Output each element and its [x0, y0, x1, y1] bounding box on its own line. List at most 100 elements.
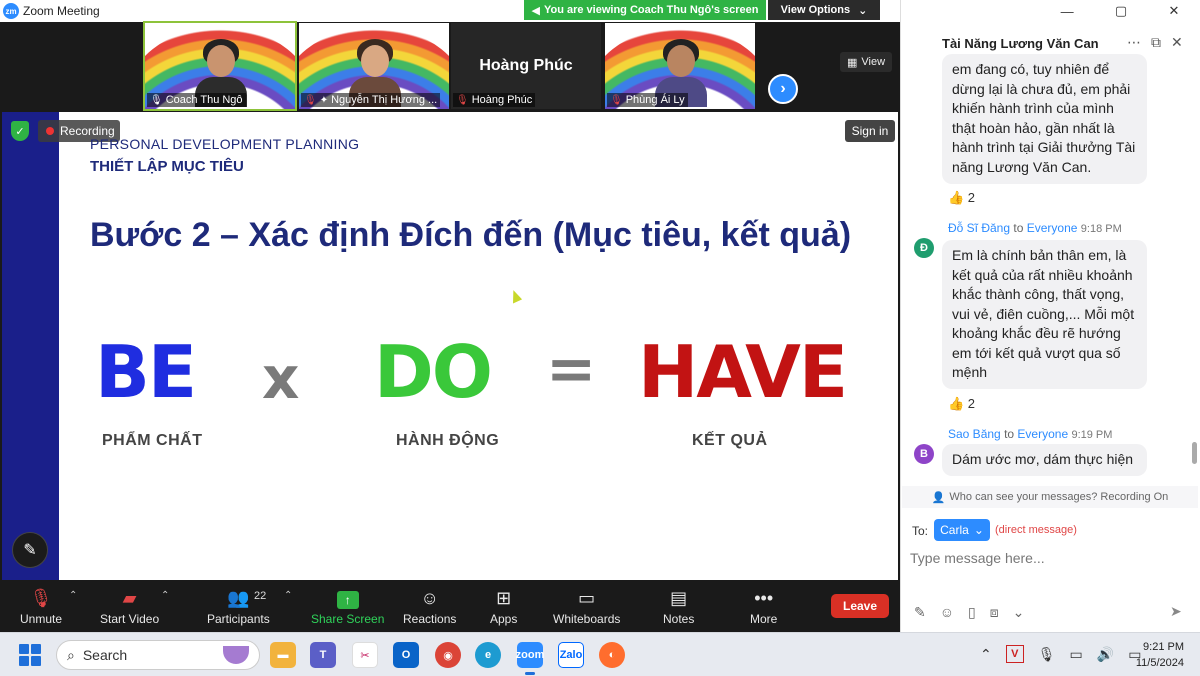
video-tile-coach[interactable]: 🎙 Coach Thu Ngô — [143, 21, 297, 111]
edge-icon[interactable]: e — [475, 642, 501, 668]
video-tile-participant[interactable]: 🎙 Phùng Ái Ly — [605, 23, 755, 109]
viewing-screen-banner: ◀ You are viewing Coach Thu Ngô's screen — [524, 0, 766, 20]
privacy-notice-text: Who can see your messages? Recording On — [949, 491, 1169, 503]
sign-in-button[interactable]: Sign in — [845, 120, 895, 142]
slide-side-bar — [2, 112, 59, 580]
maximize-icon[interactable]: ▢ — [1115, 3, 1127, 19]
chevron-down-icon: ⌄ — [858, 4, 868, 17]
network-icon[interactable]: ▭ — [1070, 646, 1083, 663]
format-icon[interactable]: ✎ — [914, 604, 926, 621]
emoji-icon[interactable]: ☺ — [940, 604, 954, 621]
formula-do: DO — [374, 330, 493, 414]
windows-taskbar: ⌕ Search ▬ T ✂ O ◉ e zoom Zalo ◐ ⌃ V 🎙 ▭… — [0, 632, 1200, 676]
shared-screen: ✓ Recording Sign in PERSONAL DEVELOPMENT… — [2, 112, 898, 580]
security-shield-icon[interactable]: ✓ — [11, 121, 29, 141]
system-tray: ⌃ V 🎙 ▭ 🔊 ▭ — [980, 645, 1141, 663]
meeting-toolbar: 🎙 Unmute ⌃ ▰ Start Video ⌃ 👥 Participant… — [0, 582, 900, 632]
reaction-badge[interactable]: 👍 2 — [948, 396, 975, 412]
sender-name[interactable]: Đỗ Sĩ Đăng — [948, 221, 1010, 235]
close-icon[interactable]: ✕ — [1171, 34, 1183, 51]
view-label: View — [861, 56, 886, 68]
notes-icon: ▤ — [670, 588, 688, 608]
apps-icon: ⊞ — [496, 588, 512, 608]
leave-button[interactable]: Leave — [831, 594, 889, 618]
firefox-icon[interactable]: ◐ — [599, 642, 625, 668]
antivirus-icon[interactable]: V — [1005, 645, 1024, 663]
file-explorer-icon[interactable]: ▬ — [270, 642, 296, 668]
snipping-tool-icon[interactable]: ✂ — [352, 642, 378, 668]
participant-name: Hoàng Phúc — [471, 94, 533, 106]
microphone-muted-icon: 🎙 — [29, 588, 53, 608]
apps-button[interactable]: ⊞ Apps — [490, 586, 517, 630]
teams-icon[interactable]: T — [310, 642, 336, 668]
view-button[interactable]: ▦ View — [840, 52, 892, 72]
participants-options-chevron-icon[interactable]: ⌃ — [284, 590, 292, 601]
participants-count: 22 — [254, 590, 267, 602]
slide-heading: Bước 2 – Xác định Đích đến (Mục tiêu, kế… — [90, 216, 852, 254]
video-strip: 🎙 Coach Thu Ngô 🎙 ✦ Nguyễn Thị Hương ...… — [0, 21, 900, 111]
privacy-notice[interactable]: 👤 Who can see your messages? Recording O… — [902, 486, 1198, 508]
screenshot-icon[interactable]: ⧈ — [990, 604, 999, 621]
chat-message-bubble: em đang có, tuy nhiên để dừng lại là chư… — [942, 54, 1147, 184]
message-sender-line: Sao Băng to Everyone 9:19 PM — [948, 427, 1112, 441]
reactions-button[interactable]: ☺ Reactions — [403, 586, 456, 630]
audio-options-chevron-icon[interactable]: ⌃ — [69, 590, 77, 601]
whiteboards-button[interactable]: ▭ Whiteboards — [553, 586, 620, 630]
recipient-name: Carla — [940, 523, 969, 537]
video-tile-participant[interactable]: Hoàng Phúc 🎙 Hoàng Phúc — [451, 23, 601, 109]
ellipsis-icon[interactable]: ⋯ — [1127, 34, 1141, 51]
taskbar-search[interactable]: ⌕ Search — [56, 640, 260, 670]
video-options-chevron-icon[interactable]: ⌃ — [161, 590, 169, 601]
message-time: 9:18 PM — [1080, 223, 1122, 235]
more-button[interactable]: ••• More — [750, 586, 777, 630]
chat-message-bubble: Em là chính bản thân em, là kết quả của … — [942, 240, 1147, 389]
ellipsis-icon: ••• — [754, 588, 774, 608]
audience-name: Everyone — [1026, 221, 1078, 235]
outlook-icon[interactable]: O — [393, 642, 419, 668]
audience-name: Everyone — [1017, 427, 1069, 441]
avatar: Đ — [914, 238, 934, 258]
annotate-pencil-button[interactable]: ✎ — [12, 532, 48, 568]
system-clock[interactable]: 9:21 PM 11/5/2024 — [1126, 639, 1184, 671]
slide-subtitle: THIẾT LẬP MỤC TIÊU — [90, 158, 244, 175]
chevron-down-icon[interactable]: ⌄ — [1013, 604, 1025, 621]
share-screen-button[interactable]: ↑ Share Screen — [311, 586, 384, 630]
participants-icon: 👥 — [227, 588, 250, 608]
chat-header-controls: ⋯ ⧉ ✕ — [1127, 34, 1183, 51]
participant-name: Phùng Ái Ly — [625, 94, 685, 106]
chat-scrollbar[interactable] — [1192, 442, 1197, 464]
notes-button[interactable]: ▤ Notes — [663, 586, 694, 630]
video-tile-participant[interactable]: 🎙 ✦ Nguyễn Thị Hương ... — [299, 23, 449, 109]
microphone-icon[interactable]: 🎙 — [1038, 646, 1056, 663]
zalo-icon[interactable]: Zalo — [558, 642, 584, 668]
reaction-badge[interactable]: 👍 2 — [948, 190, 975, 206]
chat-message-input[interactable] — [910, 546, 1180, 570]
message-time: 9:19 PM — [1071, 429, 1113, 441]
view-options-button[interactable]: View Options ⌄ — [768, 0, 880, 20]
formula-equals: = — [546, 334, 597, 404]
minimize-icon[interactable]: — — [1061, 4, 1074, 19]
chrome-icon[interactable]: ◉ — [435, 642, 461, 668]
chevron-up-icon[interactable]: ⌃ — [980, 646, 992, 663]
send-icon[interactable]: ➤ — [1170, 603, 1182, 620]
start-video-button[interactable]: ▰ Start Video — [100, 586, 159, 630]
zoom-taskbar-icon[interactable]: zoom — [516, 642, 544, 675]
file-icon[interactable]: ▯ — [968, 604, 976, 621]
smiley-plus-icon: ☺ — [420, 588, 439, 608]
recipient-selector[interactable]: Carla ⌄ — [934, 519, 990, 541]
pop-out-icon[interactable]: ⧉ — [1151, 34, 1161, 51]
caption-have: KẾT QUẢ — [692, 432, 768, 449]
sender-name[interactable]: Sao Băng — [948, 427, 1001, 441]
next-participants-button[interactable]: › — [768, 74, 798, 104]
slide-kicker: PERSONAL DEVELOPMENT PLANNING — [90, 136, 360, 152]
participant-name-tag: 🎙 ✦ Nguyễn Thị Hương ... — [301, 93, 441, 107]
unmute-button[interactable]: 🎙 Unmute — [20, 586, 62, 630]
caption-do: HÀNH ĐỘNG — [396, 432, 500, 449]
windows-start-icon[interactable] — [19, 644, 41, 666]
volume-icon[interactable]: 🔊 — [1097, 646, 1114, 663]
participant-name: Coach Thu Ngô — [165, 94, 243, 106]
formula-have: HAVE — [638, 330, 848, 414]
close-icon[interactable]: ✕ — [1168, 3, 1179, 19]
chevron-down-icon: ⌄ — [973, 523, 984, 537]
unmute-label: Unmute — [20, 612, 63, 626]
